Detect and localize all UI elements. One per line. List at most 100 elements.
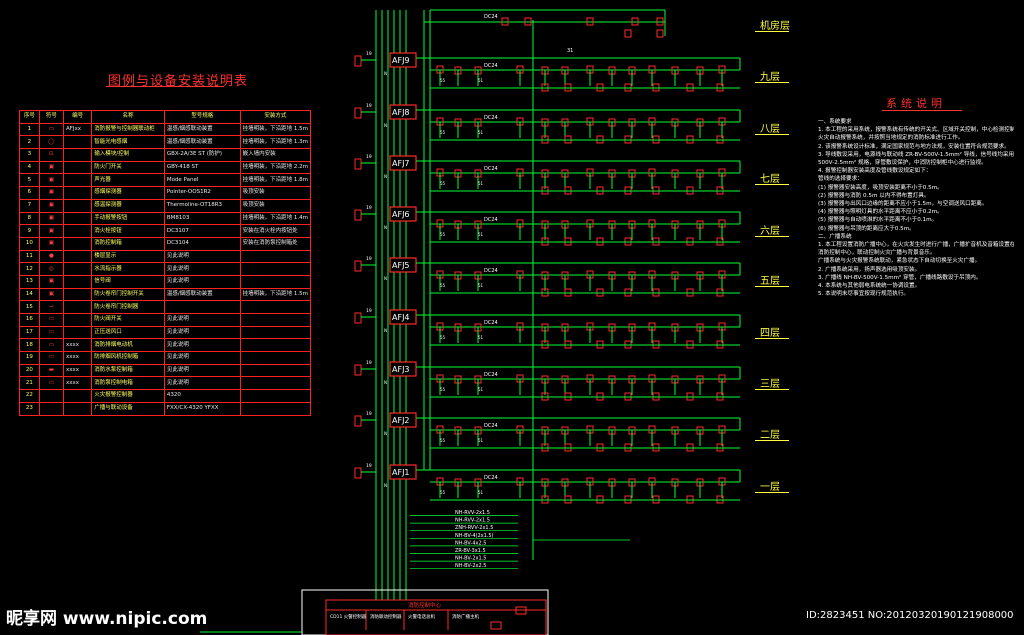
legend-body: 1 ▭ AFJxx 消防报警与控制器联动柜 温感/烟感联动装置 挂墙明装，下沿距地 1.5… — [19, 122, 312, 416]
legend-cell-model: 见此说明 — [163, 363, 241, 378]
cable-spec: ZR-BV-3x1.5 — [455, 548, 486, 554]
legend-header: 序号 — [19, 110, 40, 124]
panel-number: 19 — [366, 51, 372, 57]
legend-cell-inst — [239, 351, 312, 365]
legend-cell-sym: ▣ — [38, 186, 64, 200]
legend-cell-code — [62, 249, 93, 264]
floor-panel-label: AFJ7 — [392, 159, 410, 168]
cable-count: N — [384, 71, 387, 76]
cable-count: N — [384, 483, 387, 488]
legend-cell-name: 消防泵控制电箱 — [91, 376, 165, 391]
legend-cell-name: 消防水泵控制箱 — [91, 363, 165, 378]
legend-row: 16 ▭ 防火阀开关 见此说明 — [19, 313, 312, 327]
floor-label-underline — [755, 389, 789, 390]
legend-cell-inst: 挂墙明装，下沿距地 2.2m — [239, 160, 312, 175]
floor-panel-label: AFJ1 — [392, 468, 410, 477]
legend-cell-sym: ▣ — [38, 224, 64, 238]
legend-cell-sym — [38, 389, 64, 403]
legend-cell-code — [62, 198, 93, 213]
floor-label-underline — [755, 31, 789, 32]
legend-row: 11 ● 楼层显示 见此说明 — [19, 249, 312, 264]
legend-cell-code — [62, 224, 93, 238]
device-symbol — [354, 158, 362, 170]
floor-label-underline — [755, 338, 789, 339]
legend-row: 2 ◯ 智能光电感烟 温感/烟感联动装置 挂墙明装，下沿距地 1.3m — [19, 135, 312, 150]
cable-count: 55 — [440, 283, 446, 288]
legend-cell-name: 防火卷帘门控制器 — [91, 300, 165, 314]
legend-cell-code — [62, 401, 93, 416]
legend-row: 18 ▭ xxxx 消防排烟电动机 见此说明 — [19, 338, 312, 353]
legend-cell-no: 14 — [19, 287, 40, 302]
legend-cell-name: 手动报警按钮 — [91, 211, 165, 226]
system-note-line: 1. 本工程的采用系统，报警系统有传统的开关式、区域开关控制，中心检测控制器， — [818, 127, 1014, 134]
legend-cell-inst — [239, 300, 312, 314]
bus-label: 31 — [567, 48, 573, 54]
legend-cell-no: 21 — [19, 376, 40, 391]
device-symbol — [656, 29, 664, 38]
legend-cell-model: Mode Panel — [163, 173, 241, 188]
legend-cell-no: 22 — [19, 389, 40, 403]
cable-count: N — [384, 276, 387, 281]
cable-count: N — [384, 174, 387, 179]
panel-number: 19 — [366, 103, 372, 109]
legend-cell-sym: ▣ — [38, 198, 64, 213]
legend-cell-name: 消火栓按钮 — [91, 224, 165, 238]
cable-count: 55 — [440, 387, 446, 392]
legend-cell-sym: ◯ — [38, 135, 64, 150]
legend-cell-sym: ● — [38, 249, 64, 264]
cable-count: 51 — [478, 387, 484, 392]
legend-cell-no: 17 — [19, 325, 40, 340]
floor-label-underline — [755, 236, 789, 237]
legend-row: 19 ▭ xxxx 防排烟风机控制箱 见此说明 — [19, 351, 312, 365]
legend-cell-sym: ▣ — [38, 211, 64, 226]
floor-label: 机房层 — [760, 21, 790, 32]
panel-number: 19 — [366, 256, 372, 262]
legend-cell-inst — [239, 338, 312, 353]
legend-row: 5 ▣ 声光器 Mode Panel 挂墙明装，下沿距地 1.8m — [19, 173, 312, 188]
legend-cell-model: Pointer-OOS1R2 — [163, 186, 241, 200]
system-note-line: 广播系统与火灾报警系统联动，紧急状态下自动切换至火灾广播。 — [818, 258, 981, 265]
legend-cell-name: 输入模块/控制 — [91, 148, 165, 162]
legend-cell-sym: ▣ — [38, 173, 64, 188]
floor-panel-label: AFJ2 — [392, 416, 410, 425]
legend-cell-sym: ▭ — [38, 338, 64, 353]
watermark-logo: 昵享网 www.nipic.com — [6, 609, 208, 629]
floor-panel-label: AFJ5 — [392, 261, 410, 270]
cable-count: 51 — [478, 232, 484, 237]
legend-cell-name: 广播与联动设备 — [91, 401, 165, 416]
legend-cell-sym: ▣ — [38, 287, 64, 302]
legend-cell-no: 13 — [19, 274, 40, 289]
bus-label: DC24 — [484, 217, 498, 223]
cable-spec: ZNH-RVV-2x1.5 — [455, 525, 493, 531]
legend-cell-code: xxxx — [62, 376, 93, 391]
floor-label: 五层 — [760, 276, 780, 287]
cable-count: 55 — [440, 130, 446, 135]
system-note-line: 1. 本工程设置消防广播中心，在火灾发生时进行广播，广播扩音机及音箱设置在 — [818, 242, 1014, 249]
device-symbol — [354, 107, 362, 119]
cable-count: N — [384, 431, 387, 436]
legend-cell-model: DC3107 — [163, 224, 241, 238]
system-note-line: 火灾自动报警系统，并按照当地规定的消防标准进行工作。 — [818, 135, 964, 142]
floor-label: 四层 — [760, 328, 780, 339]
legend-cell-inst — [239, 389, 312, 403]
floor-label: 八层 — [760, 124, 780, 135]
device-symbol — [624, 29, 632, 38]
cable-count: 55 — [440, 438, 446, 443]
legend-cell-no: 12 — [19, 262, 40, 276]
legend-cell-code — [62, 135, 93, 150]
legend-cell-model: DC3104 — [163, 236, 241, 251]
legend-cell-model: 见此说明 — [163, 351, 241, 365]
legend-cell-model: 温感/烟感联动装置 — [163, 122, 241, 137]
legend-cell-model: 见此说明 — [163, 376, 241, 391]
system-notes-title: 系统说明 — [886, 97, 946, 110]
device-symbol — [354, 260, 362, 272]
legend-row: 23 广播与联动设备 FXX/CX-4320 YFXX — [19, 401, 312, 416]
legend-cell-no: 7 — [19, 198, 40, 213]
legend-header: 安装方式 — [239, 110, 312, 124]
system-notes: 一、系统要求 1. 本工程的采用系统，报警系统有传统的开关式、区域开关控制，中心检… — [818, 118, 1014, 298]
legend-cell-sym: ▭ — [38, 122, 64, 137]
system-note-line: (1) 报警器安装高度，吸顶安装距离不小于0.5m。 — [818, 184, 943, 191]
legend-cell-code — [62, 300, 93, 314]
legend-cell-no: 2 — [19, 135, 40, 150]
legend-cell-name: 防火阀开关 — [91, 313, 165, 327]
